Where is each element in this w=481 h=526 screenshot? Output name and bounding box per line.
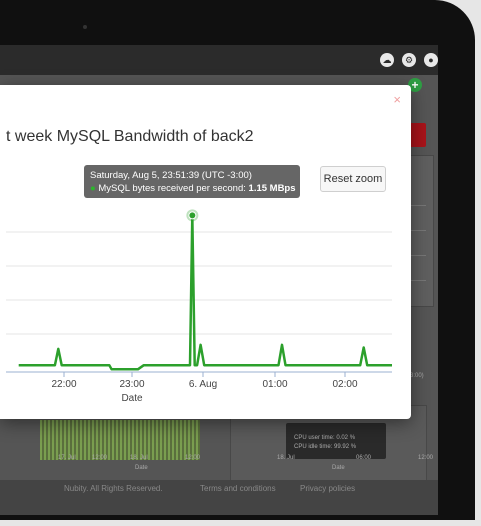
- x-axis-title: Date: [121, 393, 143, 404]
- hover-point[interactable]: [188, 211, 197, 220]
- mini-value: 3:00): [410, 373, 424, 379]
- tooltip-series: ● MySQL bytes received per second: 1.15 …: [90, 183, 296, 194]
- tooltip-value: 1.15 MBps: [248, 183, 296, 194]
- mini-axis-title: Date: [332, 465, 345, 471]
- footer-copyright: Nubity. All Rights Reserved.: [64, 484, 163, 493]
- bandwidth-chart[interactable]: 22:00 23:00 6. Aug 01:00 02:00 Date: [0, 0, 411, 420]
- x-tick-label: 23:00: [119, 379, 144, 390]
- x-tick-label: 01:00: [262, 379, 287, 390]
- mini-tick: 12:00: [92, 455, 108, 461]
- x-tick-label: 02:00: [332, 379, 357, 390]
- chart-tooltip: Saturday, Aug 5, 23:51:39 (UTC -3:00) ● …: [84, 165, 300, 198]
- background-bar-chart: [40, 420, 200, 460]
- tooltip-series-label: MySQL bytes received per second:: [98, 183, 246, 194]
- mini-tick: 06:00: [356, 455, 372, 461]
- background-mini-tooltip: CPU user time: 0.02 % CPU idle time: 99.…: [286, 423, 386, 459]
- mini-tick: 18. Jul: [130, 455, 148, 461]
- mini-axis-title: Date: [135, 465, 148, 471]
- footer-link-privacy[interactable]: Privacy policies: [300, 484, 355, 493]
- tooltip-date: Saturday, Aug 5, 23:51:39 (UTC -3:00): [90, 170, 252, 181]
- page-footer: Nubity. All Rights Reserved. Terms and c…: [0, 480, 438, 515]
- series-line[interactable]: [18, 214, 392, 371]
- mini-tick: 18. Jul: [277, 455, 295, 461]
- mini-tick: 12:00: [185, 455, 201, 461]
- x-tick-label: 6. Aug: [189, 379, 217, 390]
- mini-tick: 17. Jul: [58, 455, 76, 461]
- series-dot-icon: ●: [90, 183, 96, 194]
- reset-zoom-button[interactable]: Reset zoom: [320, 166, 386, 192]
- footer-link-terms[interactable]: Terms and conditions: [200, 484, 276, 493]
- mini-tooltip-line: CPU user time: 0.02 %: [294, 435, 356, 441]
- mini-tick: 12:00: [418, 455, 434, 461]
- x-tick-label: 22:00: [51, 379, 76, 390]
- user-icon[interactable]: ●: [424, 53, 438, 67]
- mini-tooltip-line: CPU idle time: 99.92 %: [294, 444, 357, 450]
